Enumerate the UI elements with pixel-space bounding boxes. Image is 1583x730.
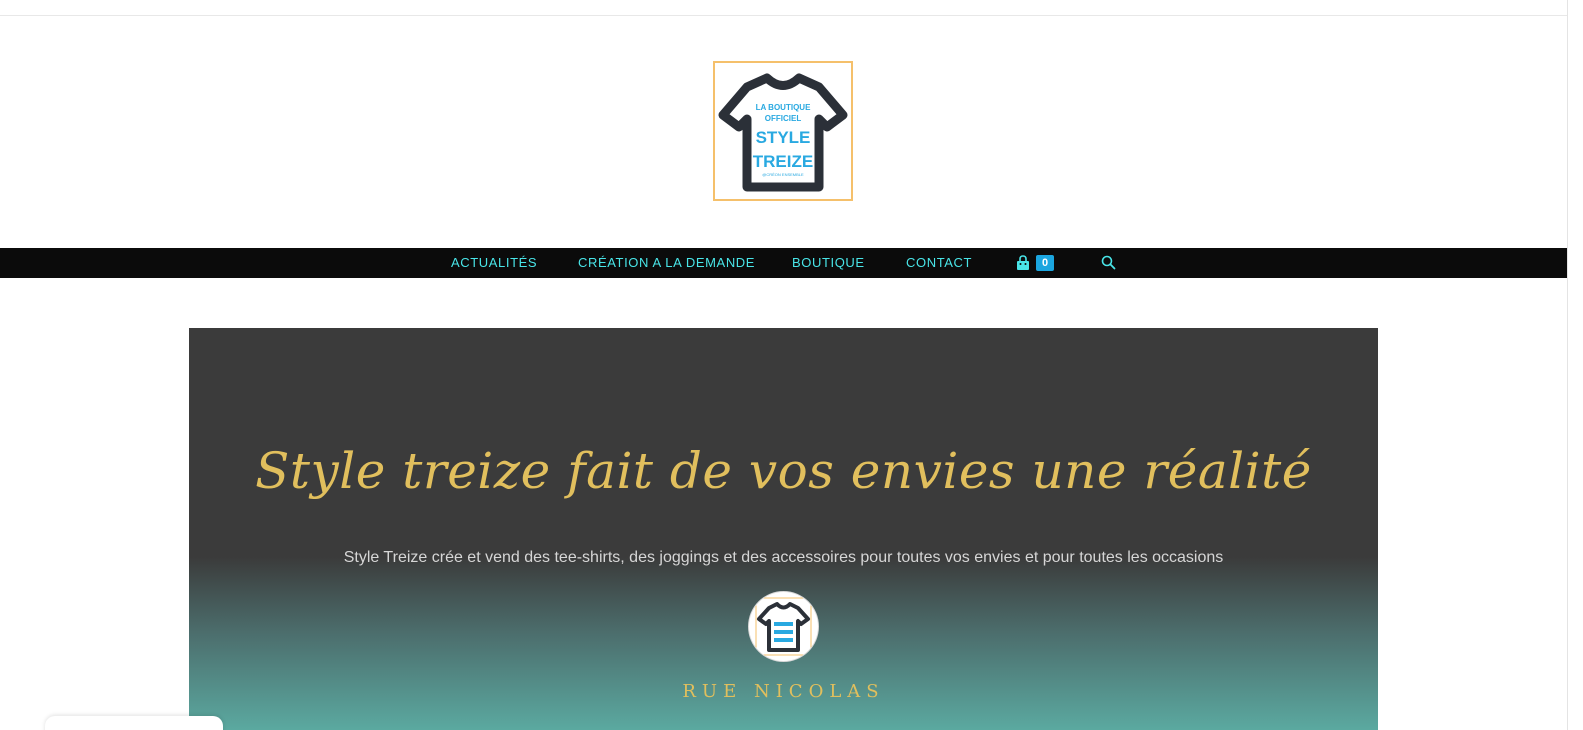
logo-line-4: TREIZE: [753, 152, 813, 171]
nav-item-creation-a-la-demande[interactable]: CRÉATION A LA DEMANDE: [578, 248, 755, 278]
tshirt-logo-icon: [755, 597, 812, 656]
scrollbar-track[interactable]: [1567, 0, 1583, 730]
hero-subtitle: Style Treize crée et vend des tee-shirts…: [343, 549, 1224, 566]
tshirt-logo-icon: LA BOUTIQUE OFFICIEL STYLE TREIZE @CRÉON…: [718, 73, 848, 192]
logo-line-2: OFFICIEL: [765, 114, 802, 123]
site-header: LA BOUTIQUE OFFICIEL STYLE TREIZE @CRÉON…: [0, 16, 1568, 248]
nav-item-actualites[interactable]: ACTUALITÉS: [451, 248, 537, 278]
cart-count-badge: 0: [1036, 255, 1054, 271]
logo-line-3: STYLE: [756, 128, 811, 147]
hero-logo-avatar: [749, 592, 818, 661]
hero-title: Style treize fait de vos envies une réal…: [255, 442, 1312, 500]
logo-line-5: @CRÉON ENSEMBLE: [762, 172, 804, 177]
hero-rue-label: RUE NICOLAS: [682, 681, 885, 702]
main-navigation: ACTUALITÉS CRÉATION A LA DEMANDE BOUTIQU…: [0, 248, 1568, 278]
site-logo[interactable]: LA BOUTIQUE OFFICIEL STYLE TREIZE @CRÉON…: [713, 61, 853, 201]
top-bar: [0, 0, 1568, 16]
search-icon[interactable]: [1101, 255, 1116, 270]
nav-item-boutique[interactable]: BOUTIQUE: [792, 248, 865, 278]
hero-banner: Style treize fait de vos envies une réal…: [189, 328, 1378, 730]
logo-line-1: LA BOUTIQUE: [756, 103, 811, 112]
shopping-bag-icon: [1017, 255, 1029, 270]
nav-item-contact[interactable]: CONTACT: [906, 248, 972, 278]
cookie-consent-tab[interactable]: [45, 716, 223, 730]
page: LA BOUTIQUE OFFICIEL STYLE TREIZE @CRÉON…: [0, 0, 1583, 730]
